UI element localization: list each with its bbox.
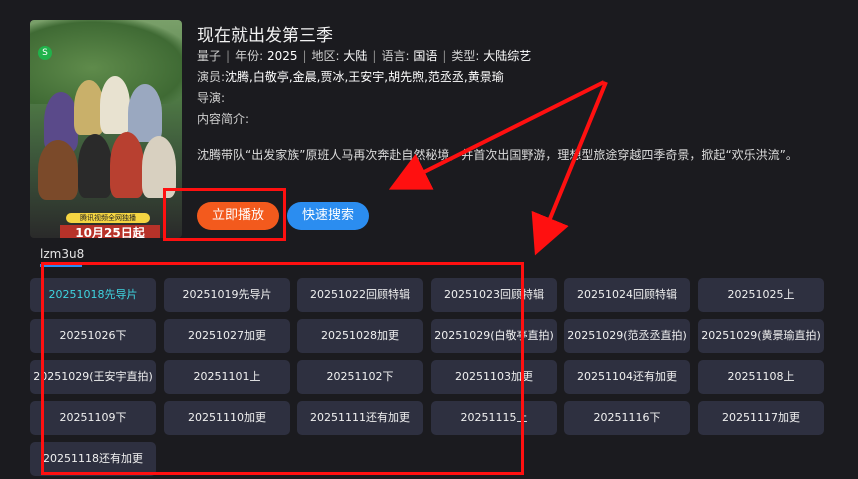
year-value: 2025 xyxy=(266,49,298,63)
quick-search-button[interactable]: 快速搜索 xyxy=(287,202,369,230)
source-tab-indicator xyxy=(40,264,82,267)
episode-button[interactable]: 20251025上 xyxy=(698,278,824,312)
language-value: 国语 xyxy=(413,49,438,63)
episode-button[interactable]: 20251109下 xyxy=(30,401,156,435)
poster-date: 10月25日起 xyxy=(60,225,160,238)
show-description: 沈腾带队“出发家族”原班人马再次奔赴自然秘境，并首次出国野游，理想型旅途穿越四季… xyxy=(197,148,798,162)
play-now-button[interactable]: 立即播放 xyxy=(197,202,279,230)
episode-button[interactable]: 20251104还有加更 xyxy=(564,360,690,394)
intro-label: 内容简介: xyxy=(197,112,250,126)
type-label: 类型: xyxy=(451,49,480,63)
poster-image: S 腾讯视频全网独播 10月25日起 xyxy=(30,20,182,238)
source-tab-lzm3u8[interactable]: lzm3u8 xyxy=(40,247,84,261)
episode-button[interactable]: 20251018先导片 xyxy=(30,278,156,312)
director-label: 导演: xyxy=(197,91,226,105)
episode-button[interactable]: 20251026下 xyxy=(30,319,156,353)
episode-button[interactable]: 20251029(黄景瑜直拍) xyxy=(698,319,824,353)
episode-button[interactable]: 20251101上 xyxy=(164,360,290,394)
episode-button[interactable]: 20251027加更 xyxy=(164,319,290,353)
type-value: 大陆综艺 xyxy=(483,49,532,63)
episode-button[interactable]: 20251102下 xyxy=(297,360,423,394)
episode-button[interactable]: 20251022回顾特辑 xyxy=(297,278,423,312)
region-label: 地区: xyxy=(311,49,340,63)
region-value: 大陆 xyxy=(343,49,368,63)
language-label: 语言: xyxy=(381,49,410,63)
show-title: 现在就出发第三季 xyxy=(197,26,333,46)
episode-button[interactable]: 20251115上 xyxy=(431,401,557,435)
episode-button[interactable]: 20251028加更 xyxy=(297,319,423,353)
poster-banner: 腾讯视频全网独播 xyxy=(66,213,150,223)
episode-button[interactable]: 20251024回顾特辑 xyxy=(564,278,690,312)
episode-button[interactable]: 20251103加更 xyxy=(431,360,557,394)
episode-button[interactable]: 20251117加更 xyxy=(698,401,824,435)
episode-button[interactable]: 20251110加更 xyxy=(164,401,290,435)
arrow-to-play xyxy=(388,80,605,190)
episode-button[interactable]: 20251029(范丞丞直拍) xyxy=(564,319,690,353)
episode-button[interactable]: 20251023回顾特辑 xyxy=(431,278,557,312)
actors-value: 沈腾,白敬亭,金晨,贾冰,王安宇,胡先煦,范丞丞,黄景瑜 xyxy=(225,70,504,84)
episode-button[interactable]: 20251116下 xyxy=(564,401,690,435)
show-meta: 量子 | 年份: 2025 | 地区: 大陆 | 语言: 国语 | 类型: 大陆综艺 xyxy=(197,49,532,63)
episode-button[interactable]: 20251111还有加更 xyxy=(297,401,423,435)
actors-label: 演员: xyxy=(197,70,226,84)
year-label: 年份: xyxy=(235,49,264,63)
director-row: 导演: xyxy=(197,89,225,106)
source-site: 量子 xyxy=(197,49,222,63)
episode-button[interactable]: 20251118还有加更 xyxy=(30,442,156,476)
episode-button[interactable]: 20251019先导片 xyxy=(164,278,290,312)
actors-row: 演员:沈腾,白敬亭,金晨,贾冰,王安宇,胡先煦,范丞丞,黄景瑜 xyxy=(197,68,504,85)
episode-button[interactable]: 20251029(王安宇直拍) xyxy=(30,360,156,394)
episode-button[interactable]: 20251108上 xyxy=(698,360,824,394)
episode-button[interactable]: 20251029(白敬亭直拍) xyxy=(431,319,557,353)
tencent-logo-icon: S xyxy=(38,46,52,60)
arrow-to-episodes xyxy=(531,81,608,256)
poster-cast-art xyxy=(36,70,176,200)
